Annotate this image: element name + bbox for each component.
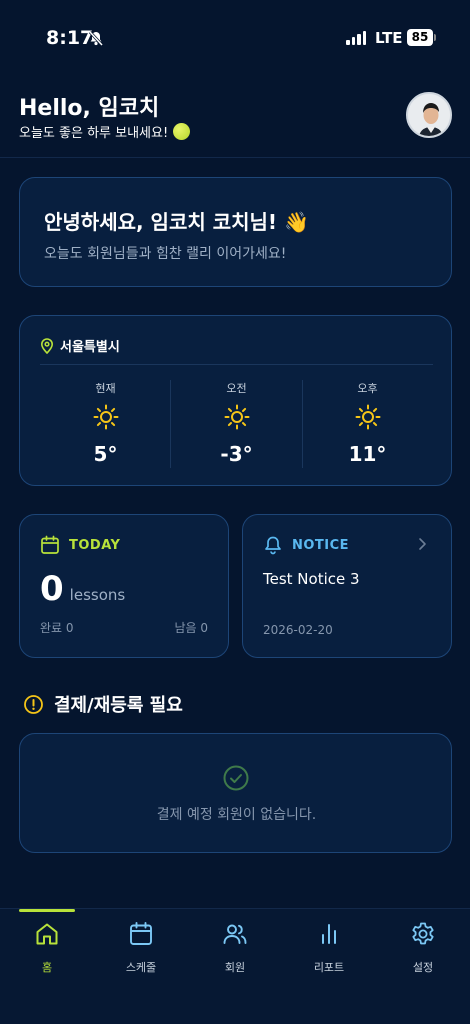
nav-home-label: 홈 <box>41 961 53 974</box>
lessons-remaining: 남음 0 <box>174 621 208 635</box>
weather-slot-temp: 5° <box>93 442 118 466</box>
weather-slot-temp: -3° <box>220 442 253 466</box>
today-card[interactable]: TODAY 0 lessons 완료 0 남음 0 <box>19 514 229 658</box>
weather-slot-afternoon: 오후 11° <box>302 380 433 466</box>
nav-report[interactable]: 리포트 <box>282 921 376 975</box>
alert-circle-icon <box>24 694 43 714</box>
today-heading-label: TODAY <box>69 537 121 553</box>
weather-location-label: 서울특별시 <box>60 340 120 355</box>
calendar-icon <box>41 535 59 554</box>
battery-icon: 85 <box>407 29 433 46</box>
bottom-nav: 홈 스케줄 회원 리포트 설정 <box>0 908 470 1024</box>
nav-settings[interactable]: 설정 <box>376 921 470 975</box>
weather-location: 서울특별시 <box>40 336 120 355</box>
bell-off-icon <box>88 30 104 46</box>
calendar-icon <box>130 922 152 945</box>
battery-cap <box>434 34 436 41</box>
sun-icon <box>93 404 118 430</box>
notice-title: Test Notice 3 <box>263 570 360 588</box>
payment-empty-card: 결제 예정 회원이 없습니다. <box>19 733 452 853</box>
lesson-count-value: 0 <box>40 569 64 609</box>
sun-icon <box>224 404 249 430</box>
tennis-ball-icon <box>173 123 191 140</box>
payment-section-title: 결제/재등록 필요 <box>54 695 183 716</box>
welcome-title: 안녕하세요, 임코치 코치님! 👋 <box>44 210 309 234</box>
weather-slot-temp: 11° <box>348 442 387 466</box>
nav-schedule-label: 스케줄 <box>125 961 157 974</box>
weather-slot-now: 현재 5° <box>40 380 171 466</box>
bell-icon <box>265 536 281 555</box>
weather-divider <box>40 364 433 365</box>
weather-slot-morning: 오전 -3° <box>171 380 302 466</box>
weather-slot-label: 오전 <box>226 382 247 395</box>
today-heading: TODAY <box>40 535 120 555</box>
nav-settings-label: 설정 <box>412 961 434 974</box>
payment-empty-text: 결제 예정 회원이 없습니다. <box>156 807 317 823</box>
nav-schedule[interactable]: 스케줄 <box>94 921 188 975</box>
notice-heading: NOTICE <box>263 535 349 555</box>
notice-card[interactable]: NOTICE Test Notice 3 2026-02-20 <box>242 514 452 658</box>
notice-heading-label: NOTICE <box>292 537 350 553</box>
network-label: LTE <box>375 29 403 47</box>
payment-section-heading: 결제/재등록 필요 <box>23 691 183 717</box>
greeting-subtitle: 오늘도 좋은 하루 보내세요! <box>19 122 191 141</box>
chevron-right-icon[interactable] <box>417 537 427 551</box>
sun-icon <box>355 404 380 430</box>
bar-chart-icon <box>322 924 336 944</box>
gear-icon <box>412 922 434 945</box>
signal-icon <box>346 31 366 45</box>
status-bar: 8:17 LTE 85 <box>0 0 470 70</box>
check-circle-icon <box>223 765 249 791</box>
users-icon <box>223 924 247 944</box>
nav-members-label: 회원 <box>224 961 246 974</box>
weather-slot-label: 오후 <box>357 382 378 395</box>
welcome-card: 안녕하세요, 임코치 코치님! 👋 오늘도 회원님들과 힘찬 랠리 이어가세요! <box>19 177 452 287</box>
avatar[interactable] <box>406 92 452 138</box>
lesson-count-unit: lessons <box>69 586 126 604</box>
header-divider <box>0 157 470 158</box>
weather-slot-label: 현재 <box>95 382 116 395</box>
notice-date: 2026-02-20 <box>263 623 333 637</box>
location-pin-icon <box>40 337 54 354</box>
greeting-subtitle-text: 오늘도 좋은 하루 보내세요! <box>19 126 169 141</box>
avatar-image <box>408 94 450 136</box>
greeting-title: Hello, 임코치 <box>19 96 160 121</box>
lesson-count: 0 lessons <box>40 569 125 609</box>
nav-members[interactable]: 회원 <box>188 921 282 975</box>
nav-home[interactable]: 홈 <box>0 921 94 975</box>
status-time: 8:17 <box>46 27 94 49</box>
lessons-done: 완료 0 <box>40 621 74 635</box>
nav-report-label: 리포트 <box>313 961 345 974</box>
home-icon <box>36 923 58 945</box>
welcome-subtitle: 오늘도 회원님들과 힘찬 랠리 이어가세요! <box>44 246 287 262</box>
weather-card: 서울특별시 현재 5° 오전 -3° 오후 11° <box>19 315 452 486</box>
active-tab-indicator <box>19 909 75 912</box>
